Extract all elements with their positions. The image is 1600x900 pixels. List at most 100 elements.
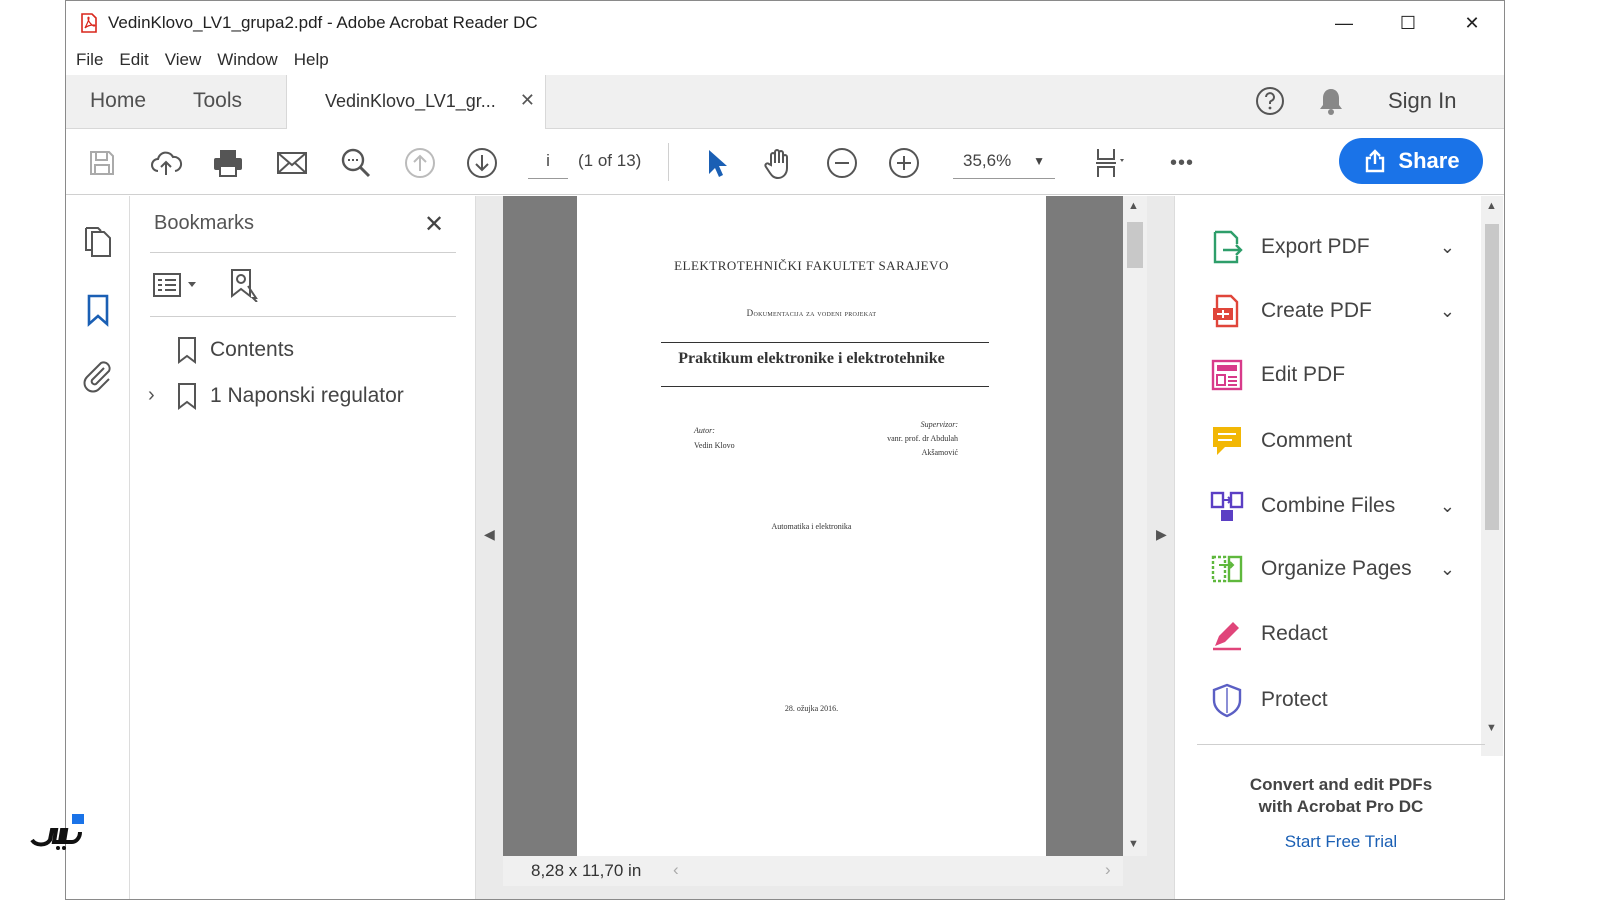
bookmark-panel-icon[interactable] <box>80 292 116 328</box>
collapse-right-panel-icon[interactable]: ▶ <box>1156 526 1167 543</box>
toolbar-divider <box>668 143 669 181</box>
tool-label: Combine Files <box>1261 494 1396 517</box>
tool-redact[interactable]: Redact <box>1197 605 1463 663</box>
bookmark-item-naponski-regulator[interactable]: 1 Naponski regulator <box>210 384 404 408</box>
start-free-trial-link[interactable]: Start Free Trial <box>1197 832 1485 852</box>
document-status-bar: 8,28 x 11,70 in ‹ › <box>503 856 1123 886</box>
document-vertical-scrollbar[interactable]: ▲ ▼ <box>1123 196 1147 856</box>
tools-pane-scrollbar[interactable]: ▲ ▼ <box>1481 196 1503 756</box>
tool-label: Organize Pages <box>1261 557 1412 580</box>
create-pdf-icon <box>1213 294 1239 328</box>
title-bar: VedinKlovo_LV1_grupa2.pdf - Adobe Acroba… <box>66 1 1504 45</box>
upload-cloud-button[interactable] <box>146 143 186 183</box>
expand-chevron-icon[interactable]: › <box>148 384 155 407</box>
tool-create-pdf[interactable]: Create PDF ⌄ <box>1197 282 1463 340</box>
scroll-up-icon[interactable]: ▲ <box>1486 200 1497 212</box>
acrobat-app-icon <box>81 13 97 33</box>
previous-page-button[interactable] <box>400 143 440 183</box>
attachments-paperclip-icon[interactable] <box>80 358 116 394</box>
menu-help[interactable]: Help <box>294 50 329 70</box>
combine-files-icon <box>1210 491 1244 521</box>
page-thumbnails-icon[interactable] <box>80 224 116 260</box>
close-bookmarks-button[interactable]: ✕ <box>424 210 444 239</box>
bookmarks-title: Bookmarks <box>154 212 255 234</box>
scroll-down-icon[interactable]: ▼ <box>1486 722 1497 734</box>
document-viewport: ◀ ELEKTROTEHNIČKI FAKULTET SARAJEVO Doku… <box>476 196 1174 899</box>
save-icon <box>90 151 114 175</box>
tool-comment[interactable]: Comment <box>1197 412 1463 470</box>
share-button[interactable]: Share <box>1339 138 1483 184</box>
chevron-down-icon[interactable]: ⌄ <box>1440 237 1455 258</box>
envelope-icon <box>277 152 307 174</box>
doc-faculty: ELEKTROTEHNIČKI FAKULTET SARAJEVO <box>674 258 949 273</box>
comment-icon <box>1213 427 1241 455</box>
close-tab-button[interactable]: ✕ <box>520 90 535 111</box>
menu-edit[interactable]: Edit <box>119 50 148 70</box>
save-button[interactable] <box>82 143 122 183</box>
chevron-down-icon: ▼ <box>1033 154 1045 168</box>
protect-icon <box>1212 683 1242 718</box>
print-button[interactable] <box>208 143 248 183</box>
window-controls: — ☐ ✕ <box>1312 1 1504 45</box>
menu-view[interactable]: View <box>165 50 202 70</box>
scroll-thumb[interactable] <box>1127 222 1143 268</box>
scroll-left-icon[interactable]: ‹ <box>673 860 679 880</box>
tab-bar: Home Tools VedinKlovo_LV1_gr... ✕ Sign I… <box>66 75 1504 129</box>
chevron-down-icon[interactable]: ⌄ <box>1440 559 1455 580</box>
minimize-button[interactable]: — <box>1312 1 1376 45</box>
scroll-thumb[interactable] <box>1485 224 1499 530</box>
tool-label: Create PDF <box>1261 299 1372 322</box>
doc-author-name: Vedin Klovo <box>694 441 735 450</box>
chevron-down-icon[interactable]: ⌄ <box>1440 301 1455 322</box>
printer-icon <box>214 150 242 177</box>
new-bookmark-icon[interactable] <box>226 266 262 302</box>
collapse-left-panel-icon[interactable]: ◀ <box>484 526 495 543</box>
plus-circle-icon <box>889 148 919 178</box>
find-button[interactable] <box>336 143 376 183</box>
acrobat-window: VedinKlovo_LV1_grupa2.pdf - Adobe Acroba… <box>65 0 1505 900</box>
zoom-out-button[interactable] <box>822 143 862 183</box>
scroll-down-icon[interactable]: ▼ <box>1128 838 1139 850</box>
notifications-bell-icon[interactable] <box>1316 85 1346 117</box>
email-button[interactable] <box>272 143 312 183</box>
bookmark-options-icon[interactable] <box>152 268 202 302</box>
page-display-button[interactable] <box>1082 143 1134 183</box>
rule <box>661 342 989 343</box>
doc-department: Automatika i elektronika <box>771 522 852 531</box>
scroll-right-icon[interactable]: › <box>1105 860 1111 880</box>
tool-edit-pdf[interactable]: Edit PDF <box>1197 346 1463 404</box>
page-number-input[interactable]: i <box>528 143 568 179</box>
help-icon[interactable] <box>1254 85 1286 117</box>
tool-organize-pages[interactable]: Organize Pages ⌄ <box>1197 540 1463 598</box>
tab-home[interactable]: Home <box>90 89 146 113</box>
chevron-down-icon[interactable]: ⌄ <box>1440 496 1455 517</box>
rule <box>661 386 989 387</box>
hand-tool-button[interactable] <box>758 143 798 183</box>
tool-label: Comment <box>1261 429 1353 452</box>
minus-circle-icon <box>827 148 857 178</box>
scroll-up-icon[interactable]: ▲ <box>1128 200 1139 212</box>
tool-combine-files[interactable]: Combine Files ⌄ <box>1197 477 1463 535</box>
arrow-down-circle-icon <box>467 148 497 178</box>
watermark-logo <box>30 814 84 850</box>
menu-window[interactable]: Window <box>217 50 277 70</box>
tool-export-pdf[interactable]: Export PDF ⌄ <box>1197 218 1463 276</box>
zoom-level-select[interactable]: 35,6% ▼ <box>953 143 1055 179</box>
sign-in-button[interactable]: Sign In <box>1388 88 1457 114</box>
select-tool-button[interactable] <box>696 143 736 183</box>
close-window-button[interactable]: ✕ <box>1440 1 1504 45</box>
tab-document[interactable]: VedinKlovo_LV1_gr... ✕ <box>286 75 546 129</box>
menu-file[interactable]: File <box>76 50 103 70</box>
divider <box>1197 744 1485 745</box>
maximize-button[interactable]: ☐ <box>1376 1 1440 45</box>
next-page-button[interactable] <box>462 143 502 183</box>
zoom-in-button[interactable] <box>884 143 924 183</box>
tab-tools[interactable]: Tools <box>193 89 242 113</box>
zoom-level-value: 35,6% <box>963 151 1012 170</box>
bookmark-item-contents[interactable]: Contents <box>210 338 294 362</box>
arrow-up-circle-icon <box>405 148 435 178</box>
left-nav-rail <box>66 196 130 899</box>
organize-pages-icon <box>1211 555 1243 583</box>
more-tools-button[interactable]: ••• <box>1162 143 1202 183</box>
tool-protect[interactable]: Protect <box>1197 671 1463 729</box>
